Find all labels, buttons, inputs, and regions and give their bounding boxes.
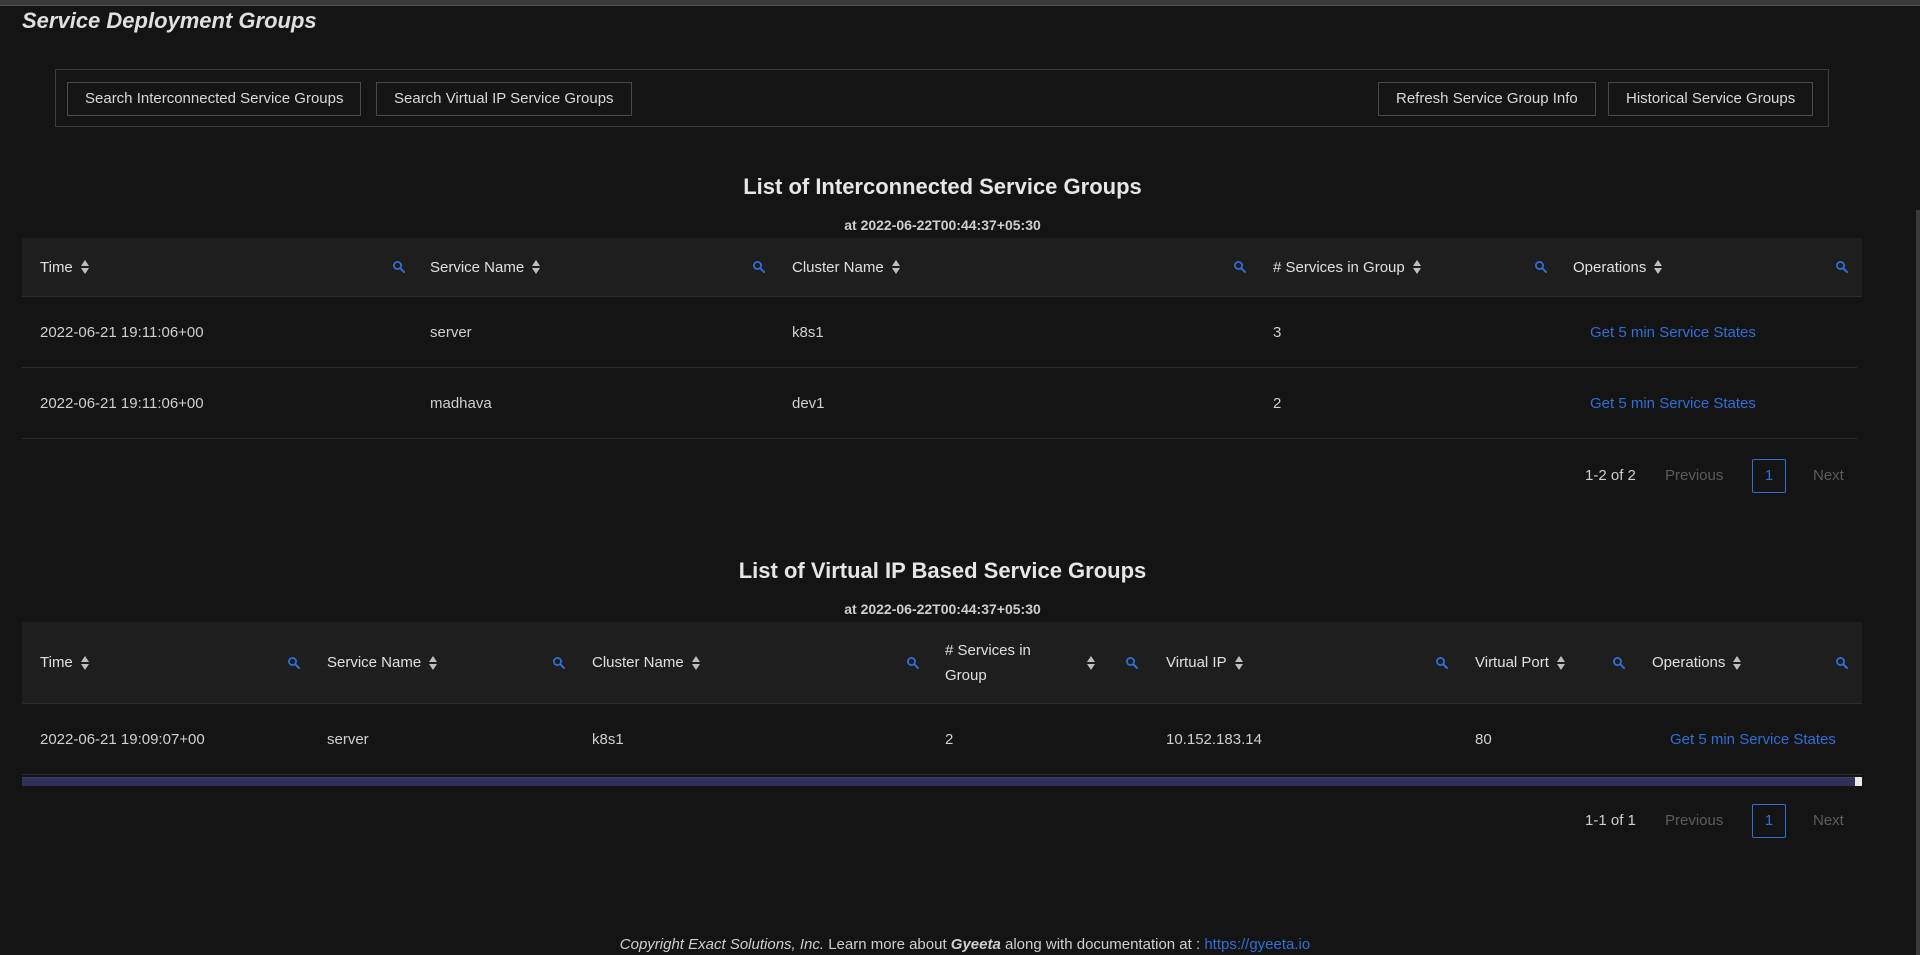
- cell-service-name: madhava: [430, 394, 492, 412]
- search-icon[interactable]: [1835, 656, 1849, 670]
- previous-button[interactable]: Previous: [1665, 804, 1723, 838]
- interconnected-pagination: 1-2 of 2 Previous 1 Next: [1585, 459, 1845, 493]
- sort-icon[interactable]: [80, 259, 90, 275]
- toolbar: Search Interconnected Service Groups Sea…: [55, 69, 1829, 127]
- scrollbar-corner: [1855, 777, 1862, 786]
- sort-icon[interactable]: [1733, 655, 1742, 671]
- sort-icon[interactable]: [532, 259, 541, 275]
- column-header-operations[interactable]: Operations: [1573, 238, 1663, 296]
- search-icon[interactable]: [1125, 656, 1139, 670]
- sort-icon[interactable]: [1412, 259, 1422, 275]
- pagination-info: 1-1 of 1: [1585, 812, 1636, 829]
- search-icon[interactable]: [906, 656, 920, 670]
- table-row: 2022-06-21 19:11:06+00 madhava dev1 2 Ge…: [22, 368, 1857, 439]
- column-header-services-count[interactable]: # Services in Group: [1273, 238, 1422, 296]
- column-header-service-name[interactable]: Service Name: [430, 238, 541, 296]
- cell-virtual-ip: 10.152.183.14: [1166, 730, 1262, 748]
- cell-time: 2022-06-21 19:11:06+00: [40, 394, 204, 412]
- cell-time: 2022-06-21 19:11:06+00: [40, 323, 204, 341]
- table-header: Time Service Name Cluster Name # Service…: [22, 238, 1862, 297]
- refresh-button[interactable]: Refresh Service Group Info: [1378, 82, 1596, 116]
- page-title: Service Deployment Groups: [22, 8, 317, 33]
- column-header-virtual-port[interactable]: Virtual Port: [1475, 622, 1566, 703]
- cell-cluster-name: dev1: [792, 394, 825, 412]
- historical-button[interactable]: Historical Service Groups: [1608, 82, 1814, 116]
- table-row: 2022-06-21 19:09:07+00 server k8s1 2 10.…: [22, 704, 1862, 775]
- footer: Copyright Exact Solutions, Inc. Learn mo…: [0, 936, 1920, 953]
- table-row: 2022-06-21 19:11:06+00 server k8s1 3 Get…: [22, 297, 1857, 368]
- pagination-info: 1-2 of 2: [1585, 467, 1636, 484]
- previous-button[interactable]: Previous: [1665, 459, 1723, 493]
- brand-name: Gyeeta: [950, 936, 1001, 953]
- cell-services-count: 2: [945, 730, 954, 748]
- page-1-button[interactable]: 1: [1752, 804, 1786, 838]
- sort-icon[interactable]: [891, 259, 901, 275]
- scrollbar-thumb[interactable]: [22, 777, 1857, 786]
- search-icon[interactable]: [1835, 260, 1849, 274]
- cell-service-name: server: [327, 730, 369, 748]
- interconnected-subtitle: at 2022-06-22T00:44:37+05:30: [844, 217, 1041, 233]
- get-service-states-link[interactable]: Get 5 min Service States: [1670, 704, 1836, 774]
- cell-virtual-port: 80: [1475, 730, 1492, 748]
- cell-cluster-name: k8s1: [792, 323, 824, 341]
- docs-link[interactable]: https://gyeeta.io: [1204, 936, 1310, 953]
- cell-time: 2022-06-21 19:09:07+00: [40, 730, 205, 748]
- next-button[interactable]: Next: [1813, 459, 1844, 493]
- interconnected-title: List of Interconnected Service Groups: [743, 174, 1142, 199]
- search-icon[interactable]: [752, 260, 766, 274]
- interconnected-table: Time Service Name Cluster Name # Service…: [22, 238, 1862, 439]
- column-header-time[interactable]: Time: [40, 238, 90, 296]
- search-icon[interactable]: [552, 656, 566, 670]
- column-header-virtual-ip[interactable]: Virtual IP: [1166, 622, 1244, 703]
- search-icon[interactable]: [1612, 656, 1626, 670]
- page-1-button[interactable]: 1: [1752, 459, 1786, 493]
- cell-cluster-name: k8s1: [592, 730, 624, 748]
- search-icon[interactable]: [287, 656, 301, 670]
- sort-icon[interactable]: [691, 655, 701, 671]
- vertical-scrollbar[interactable]: [1916, 210, 1920, 955]
- column-header-cluster-name[interactable]: Cluster Name: [592, 622, 701, 703]
- column-header-services-count[interactable]: # Services in Group: [945, 622, 1096, 703]
- next-button[interactable]: Next: [1813, 804, 1844, 838]
- column-header-service-name[interactable]: Service Name: [327, 622, 438, 703]
- get-service-states-link[interactable]: Get 5 min Service States: [1590, 368, 1756, 438]
- window-top-border: [0, 0, 1920, 6]
- sort-icon[interactable]: [80, 655, 90, 671]
- sort-icon[interactable]: [429, 655, 438, 671]
- sort-icon[interactable]: [1087, 655, 1096, 671]
- search-icon[interactable]: [1435, 656, 1449, 670]
- column-header-time[interactable]: Time: [40, 622, 90, 703]
- footer-text: Learn more about: [824, 936, 951, 953]
- column-header-cluster-name[interactable]: Cluster Name: [792, 238, 901, 296]
- vip-subtitle: at 2022-06-22T00:44:37+05:30: [844, 601, 1041, 617]
- horizontal-scrollbar[interactable]: [22, 777, 1862, 786]
- search-icon[interactable]: [1233, 260, 1247, 274]
- search-icon[interactable]: [1534, 260, 1548, 274]
- copyright-text: Copyright Exact Solutions, Inc.: [619, 936, 825, 953]
- table-header: Time Service Name Cluster Name # Service…: [22, 622, 1862, 704]
- footer-text: along with documentation at :: [1000, 936, 1205, 953]
- sort-icon[interactable]: [1234, 655, 1244, 671]
- vip-table: Time Service Name Cluster Name # Service…: [22, 622, 1862, 775]
- search-icon[interactable]: [392, 260, 406, 274]
- cell-service-name: server: [430, 323, 472, 341]
- search-interconnected-button[interactable]: Search Interconnected Service Groups: [67, 82, 362, 116]
- sort-icon[interactable]: [1556, 655, 1566, 671]
- vip-title: List of Virtual IP Based Service Groups: [738, 558, 1147, 583]
- get-service-states-link[interactable]: Get 5 min Service States: [1590, 297, 1756, 367]
- cell-services-count: 3: [1273, 323, 1282, 341]
- cell-services-count: 2: [1273, 394, 1282, 412]
- search-vip-button[interactable]: Search Virtual IP Service Groups: [376, 82, 632, 116]
- column-header-operations[interactable]: Operations: [1652, 622, 1742, 703]
- sort-icon[interactable]: [1654, 259, 1663, 275]
- vip-pagination: 1-1 of 1 Previous 1 Next: [1585, 804, 1845, 838]
